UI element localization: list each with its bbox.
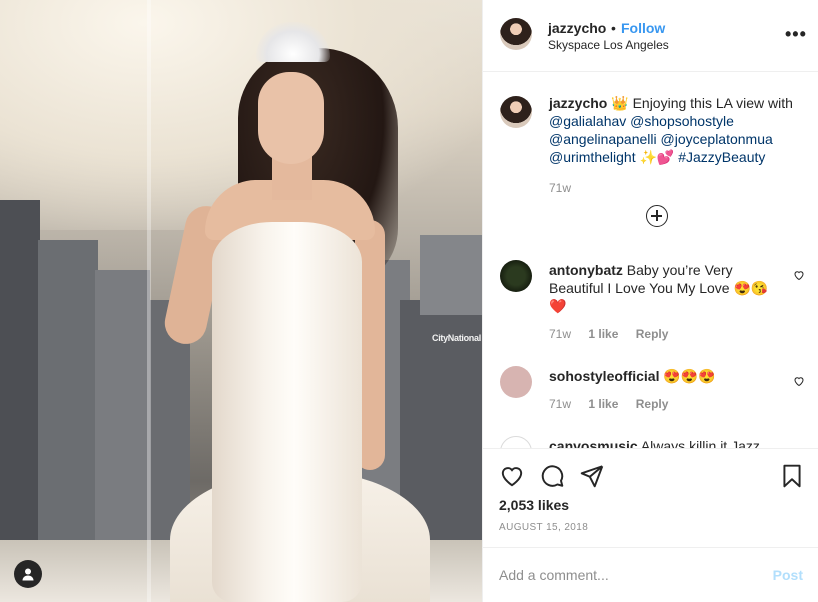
like-heart-icon[interactable]: [499, 463, 525, 489]
comment-likes-count[interactable]: 1 like: [588, 327, 618, 341]
header-separator: •: [611, 20, 616, 36]
post-actions: 2,053 likes AUGUST 15, 2018: [483, 448, 818, 548]
caption-timestamp[interactable]: 71w: [549, 181, 571, 195]
comment-username[interactable]: antonybatz: [549, 262, 623, 278]
header-username[interactable]: jazzycho: [548, 20, 606, 36]
comment-username[interactable]: sohostyleofficial: [549, 368, 659, 384]
reply-button[interactable]: Reply: [636, 327, 669, 341]
save-bookmark-icon[interactable]: [779, 463, 805, 489]
post-comment-button[interactable]: Post: [773, 567, 803, 583]
comment-input[interactable]: [499, 564, 749, 586]
reply-button[interactable]: Reply: [636, 397, 669, 411]
hashtag-link[interactable]: #JazzyBeauty: [678, 149, 765, 165]
comment-bubble-icon[interactable]: [539, 463, 565, 489]
photo-glass-edge: [147, 0, 151, 602]
mention-link[interactable]: @joyceplatonmua: [661, 131, 773, 147]
avatar[interactable]: [500, 260, 532, 292]
post-date[interactable]: AUGUST 15, 2018: [499, 522, 588, 533]
post-side-panel: jazzycho • Follow Skyspace Los Angeles •…: [482, 0, 818, 602]
share-send-icon[interactable]: [579, 463, 605, 489]
follow-button[interactable]: Follow: [621, 20, 665, 36]
comment-text: antonybatz Baby you’re Very Beautiful I …: [549, 261, 785, 315]
mention-link[interactable]: @angelinapanelli: [549, 131, 657, 147]
caption-text: Enjoying this LA view with: [628, 95, 793, 111]
load-more-comments-icon[interactable]: [646, 205, 668, 227]
avatar[interactable]: [500, 436, 532, 448]
comment-timestamp[interactable]: 71w: [549, 397, 571, 411]
post-header: jazzycho • Follow Skyspace Los Angeles •…: [483, 0, 818, 72]
post-photo[interactable]: CityNational: [0, 0, 482, 602]
avatar[interactable]: [500, 96, 532, 128]
person-icon: [22, 568, 34, 581]
like-comment-heart-icon[interactable]: [793, 375, 805, 387]
comment-username[interactable]: canvosmusic: [549, 438, 638, 448]
like-comment-heart-icon[interactable]: [793, 269, 805, 281]
comment-likes-count[interactable]: 1 like: [588, 397, 618, 411]
instagram-post-modal: CityNational jazzycho • Follow Skyspace …: [0, 0, 818, 602]
location-link[interactable]: Skyspace Los Angeles: [548, 38, 669, 52]
building-sign-text: CityNational: [432, 333, 481, 343]
caption-emoji: ✨💕: [635, 149, 679, 165]
avatar[interactable]: [500, 366, 532, 398]
caption: jazzycho 👑 Enjoying this LA view with @g…: [549, 94, 811, 166]
mention-link[interactable]: @galialahav: [549, 113, 626, 129]
mention-link[interactable]: @urimthelight: [549, 149, 636, 165]
subject-dress: [212, 222, 362, 602]
caption-username[interactable]: jazzycho: [549, 95, 607, 111]
comments-list[interactable]: jazzycho 👑 Enjoying this LA view with @g…: [483, 72, 818, 448]
subject-face: [258, 72, 324, 164]
likes-count[interactable]: 2,053 likes: [499, 497, 569, 513]
comment-body: Always killin it Jazz: [637, 438, 760, 448]
crown-emoji: 👑: [611, 95, 629, 111]
photo-building: [420, 235, 482, 315]
comment-body: 😍😍😍: [659, 368, 716, 384]
comment-text: canvosmusic Always killin it Jazz: [549, 437, 785, 448]
avatar[interactable]: [500, 18, 532, 50]
add-comment-bar: Post: [483, 547, 818, 602]
comment-meta: 71w 1 like Reply: [549, 397, 682, 411]
tagged-users-button[interactable]: [14, 560, 42, 588]
more-options-icon[interactable]: •••: [785, 24, 807, 45]
comment-meta: 71w 1 like Reply: [549, 327, 682, 341]
comment-timestamp[interactable]: 71w: [549, 327, 571, 341]
comment-text: sohostyleofficial 😍😍😍: [549, 367, 785, 385]
mention-link[interactable]: @shopsohostyle: [630, 113, 734, 129]
